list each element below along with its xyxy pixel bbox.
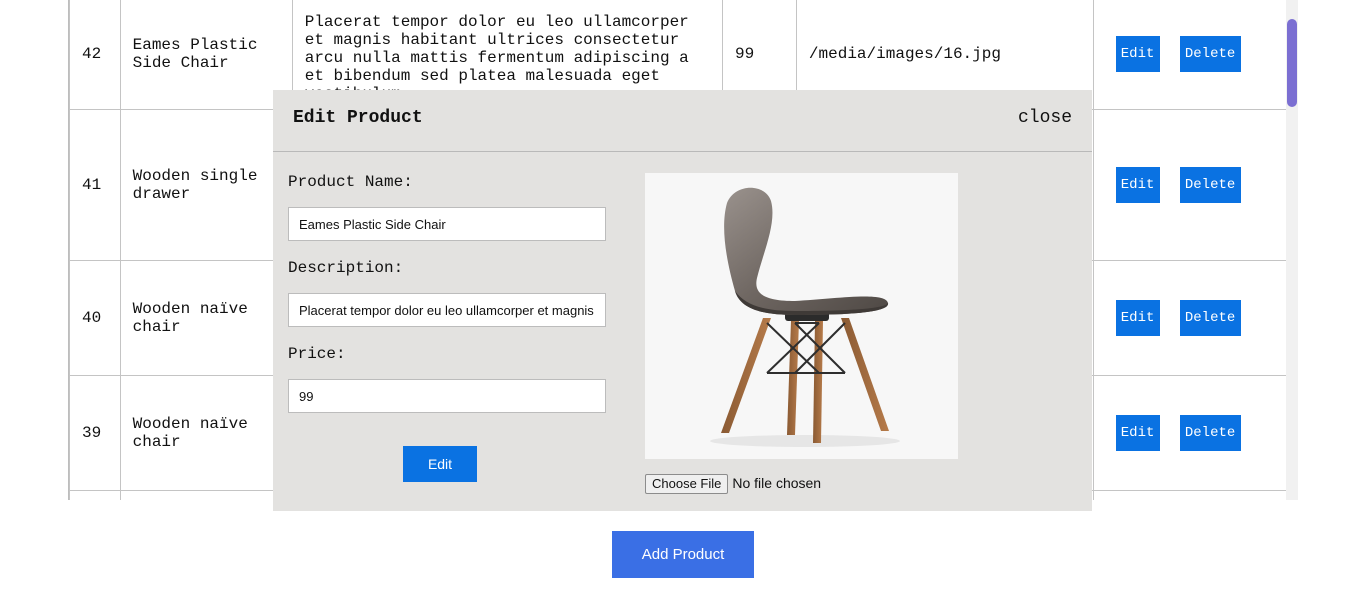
row-name: Wooden naïve chair bbox=[119, 259, 293, 376]
chair-photo-icon bbox=[710, 187, 900, 447]
row-description-text: Placerat tempor dolor eu leo ullamcorper… bbox=[304, 13, 689, 101]
edit-product-modal: Edit Product close Product Name: Descrip… bbox=[273, 90, 1092, 511]
row-name-line: chair bbox=[132, 432, 181, 451]
row-name-line: Wooden naïve bbox=[132, 299, 248, 318]
row-name: Wooden naïve chair bbox=[119, 374, 293, 491]
row-name-line: drawer bbox=[132, 184, 191, 203]
edit-row-button[interactable]: Edit bbox=[1115, 36, 1160, 73]
price-input[interactable] bbox=[288, 379, 606, 413]
close-button[interactable]: close bbox=[1018, 108, 1072, 128]
row-id: 39 bbox=[69, 374, 121, 491]
row-name: Wooden single drawer bbox=[119, 108, 293, 261]
edit-row-button[interactable]: Edit bbox=[1115, 166, 1160, 203]
modal-header: Edit Product close bbox=[273, 90, 1092, 152]
row-actions: Edit Delete bbox=[1092, 0, 1287, 110]
row-actions: Edit Delete bbox=[1092, 108, 1287, 261]
product-name-input[interactable] bbox=[288, 207, 606, 241]
scrollbar-thumb[interactable] bbox=[1287, 19, 1297, 107]
row-actions: Edit Delete bbox=[1092, 259, 1287, 376]
product-name-label: Product Name: bbox=[288, 173, 413, 191]
row-id: 42 bbox=[69, 0, 121, 110]
row-name-line: Wooden single bbox=[132, 166, 258, 185]
delete-row-button[interactable]: Delete bbox=[1179, 36, 1241, 73]
row-actions: Edit Delete bbox=[1092, 374, 1287, 491]
row-id: 41 bbox=[69, 108, 121, 261]
table-scrollbar[interactable] bbox=[1286, 0, 1298, 500]
modal-title: Edit Product bbox=[293, 108, 423, 128]
row-name-line: chair bbox=[132, 317, 181, 336]
row-name-line: Side Chair bbox=[132, 54, 229, 73]
file-status: No file chosen bbox=[732, 475, 822, 491]
delete-row-button[interactable]: Delete bbox=[1179, 299, 1241, 336]
file-upload: Choose File No file chosen bbox=[645, 474, 821, 494]
add-product-button[interactable]: Add Product bbox=[612, 531, 754, 578]
row-name-line: Eames Plastic bbox=[132, 36, 258, 55]
product-image-preview bbox=[645, 173, 958, 459]
edit-row-button[interactable]: Edit bbox=[1115, 299, 1160, 336]
description-label: Description: bbox=[288, 259, 404, 277]
edit-product-submit-button[interactable]: Edit bbox=[403, 446, 477, 482]
price-label: Price: bbox=[288, 345, 346, 363]
row-id: 40 bbox=[69, 259, 121, 376]
description-input[interactable] bbox=[288, 293, 606, 327]
row-name-line: Wooden naïve bbox=[132, 414, 248, 433]
delete-row-button[interactable]: Delete bbox=[1179, 414, 1241, 451]
delete-row-button[interactable]: Delete bbox=[1179, 166, 1241, 203]
edit-row-button[interactable]: Edit bbox=[1115, 414, 1160, 451]
choose-file-button[interactable]: Choose File bbox=[645, 474, 729, 494]
row-name: Eames Plastic Side Chair bbox=[119, 0, 293, 110]
